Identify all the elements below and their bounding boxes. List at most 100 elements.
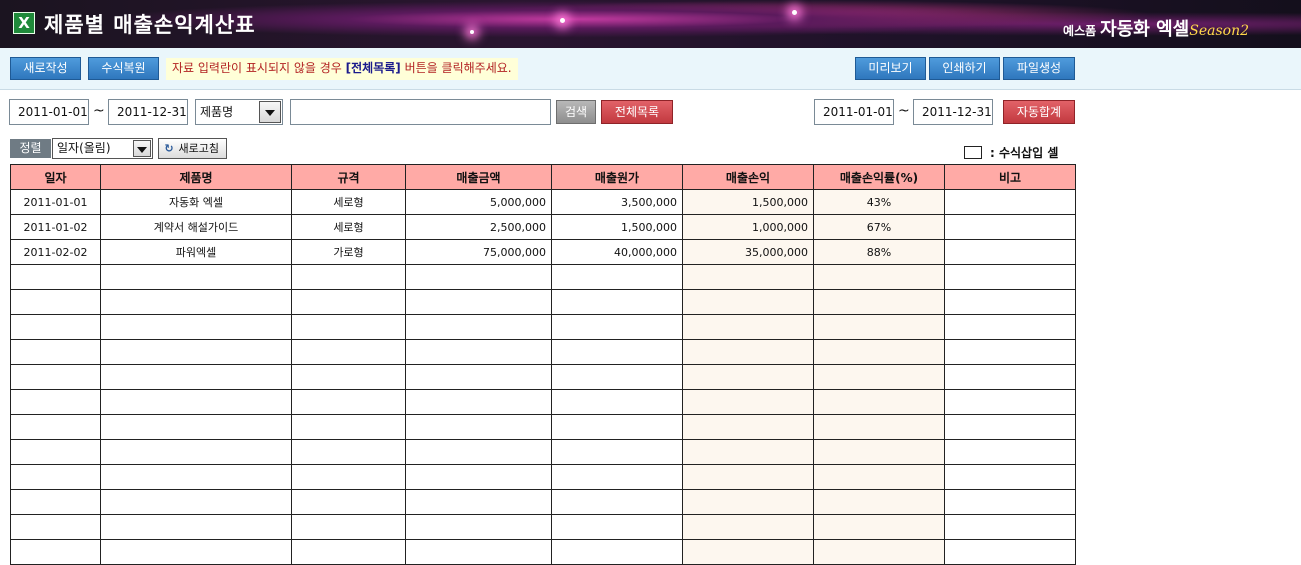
cell-date[interactable]: [10, 389, 101, 415]
cell-profit[interactable]: [682, 389, 814, 415]
cell-sales-amount[interactable]: [405, 264, 552, 290]
cell-sales-amount[interactable]: [405, 289, 552, 315]
cell-cost[interactable]: [551, 464, 683, 490]
cell-profit[interactable]: [682, 364, 814, 390]
cell-date[interactable]: [10, 539, 101, 565]
cell-profit[interactable]: [682, 539, 814, 565]
cell-cost[interactable]: 40,000,000: [551, 239, 683, 265]
all-list-button[interactable]: 전체목록: [601, 100, 673, 124]
cell-profit[interactable]: [682, 289, 814, 315]
search-button[interactable]: 검색: [556, 100, 596, 124]
cell-profit[interactable]: 1,500,000: [682, 189, 814, 215]
cell-profit-rate[interactable]: [813, 464, 945, 490]
cell-product[interactable]: [100, 539, 292, 565]
chevron-down-icon[interactable]: [133, 140, 151, 157]
cell-product[interactable]: [100, 314, 292, 340]
cell-spec[interactable]: 세로형: [291, 214, 406, 240]
cell-date[interactable]: [10, 314, 101, 340]
search-field-select[interactable]: 제품명: [195, 99, 283, 125]
cell-remarks[interactable]: [944, 514, 1076, 540]
cell-product[interactable]: 자동화 엑셀: [100, 189, 292, 215]
cell-date[interactable]: [10, 339, 101, 365]
cell-profit-rate[interactable]: [813, 289, 945, 315]
cell-profit[interactable]: [682, 464, 814, 490]
cell-spec[interactable]: 세로형: [291, 189, 406, 215]
cell-sales-amount[interactable]: 5,000,000: [405, 189, 552, 215]
cell-sales-amount[interactable]: [405, 314, 552, 340]
cell-sales-amount[interactable]: [405, 539, 552, 565]
col-header-cost[interactable]: 매출원가: [551, 164, 683, 190]
cell-product[interactable]: [100, 439, 292, 465]
cell-product[interactable]: 파워엑셀: [100, 239, 292, 265]
cell-spec[interactable]: [291, 264, 406, 290]
cell-product[interactable]: [100, 289, 292, 315]
cell-profit-rate[interactable]: 88%: [813, 239, 945, 265]
col-header-profit[interactable]: 매출손익: [682, 164, 814, 190]
col-header-sales-amount[interactable]: 매출금액: [405, 164, 552, 190]
cell-cost[interactable]: [551, 364, 683, 390]
cell-date[interactable]: [10, 514, 101, 540]
cell-profit-rate[interactable]: [813, 539, 945, 565]
col-header-profit-rate[interactable]: 매출손익률(%): [813, 164, 945, 190]
cell-remarks[interactable]: [944, 364, 1076, 390]
cell-product[interactable]: [100, 464, 292, 490]
cell-spec[interactable]: [291, 314, 406, 340]
cell-sales-amount[interactable]: [405, 514, 552, 540]
cell-cost[interactable]: [551, 489, 683, 515]
cell-remarks[interactable]: [944, 314, 1076, 340]
cell-spec[interactable]: [291, 464, 406, 490]
cell-date[interactable]: [10, 464, 101, 490]
cell-date[interactable]: [10, 489, 101, 515]
cell-product[interactable]: [100, 389, 292, 415]
refresh-button[interactable]: ↻ 새로고침: [158, 138, 227, 159]
cell-spec[interactable]: 가로형: [291, 239, 406, 265]
cell-date[interactable]: 2011-01-01: [10, 189, 101, 215]
cell-date[interactable]: 2011-01-02: [10, 214, 101, 240]
cell-spec[interactable]: [291, 364, 406, 390]
cell-remarks[interactable]: [944, 239, 1076, 265]
cell-remarks[interactable]: [944, 339, 1076, 365]
cell-cost[interactable]: [551, 389, 683, 415]
cell-profit-rate[interactable]: [813, 414, 945, 440]
preview-button[interactable]: 미리보기: [855, 57, 926, 80]
cell-profit-rate[interactable]: [813, 364, 945, 390]
cell-product[interactable]: 계약서 해설가이드: [100, 214, 292, 240]
cell-spec[interactable]: [291, 414, 406, 440]
search-input[interactable]: [290, 99, 551, 125]
cell-profit[interactable]: 1,000,000: [682, 214, 814, 240]
restore-formula-button[interactable]: 수식복원: [88, 57, 159, 80]
cell-cost[interactable]: 1,500,000: [551, 214, 683, 240]
cell-sales-amount[interactable]: [405, 414, 552, 440]
cell-cost[interactable]: [551, 339, 683, 365]
cell-profit-rate[interactable]: 67%: [813, 214, 945, 240]
cell-sales-amount[interactable]: 2,500,000: [405, 214, 552, 240]
cell-spec[interactable]: [291, 514, 406, 540]
sort-select[interactable]: 일자(올림): [52, 138, 153, 159]
cell-date[interactable]: [10, 289, 101, 315]
cell-profit-rate[interactable]: [813, 389, 945, 415]
cell-cost[interactable]: [551, 539, 683, 565]
cell-profit-rate[interactable]: [813, 339, 945, 365]
col-header-product[interactable]: 제품명: [100, 164, 292, 190]
file-create-button[interactable]: 파일생성: [1003, 57, 1075, 80]
cell-spec[interactable]: [291, 539, 406, 565]
cell-profit-rate[interactable]: [813, 264, 945, 290]
cell-product[interactable]: [100, 264, 292, 290]
cell-profit[interactable]: [682, 489, 814, 515]
sum-date-to-input[interactable]: 2011-12-31: [913, 99, 993, 125]
cell-profit[interactable]: [682, 439, 814, 465]
cell-profit-rate[interactable]: [813, 439, 945, 465]
cell-cost[interactable]: [551, 414, 683, 440]
cell-sales-amount[interactable]: [405, 389, 552, 415]
cell-sales-amount[interactable]: [405, 364, 552, 390]
col-header-spec[interactable]: 규격: [291, 164, 406, 190]
cell-profit-rate[interactable]: [813, 489, 945, 515]
chevron-down-icon[interactable]: [259, 101, 281, 123]
cell-sales-amount[interactable]: [405, 489, 552, 515]
cell-cost[interactable]: [551, 439, 683, 465]
date-to-input[interactable]: 2011-12-31: [108, 99, 188, 125]
cell-sales-amount[interactable]: 75,000,000: [405, 239, 552, 265]
cell-remarks[interactable]: [944, 389, 1076, 415]
cell-profit[interactable]: [682, 314, 814, 340]
cell-cost[interactable]: [551, 264, 683, 290]
